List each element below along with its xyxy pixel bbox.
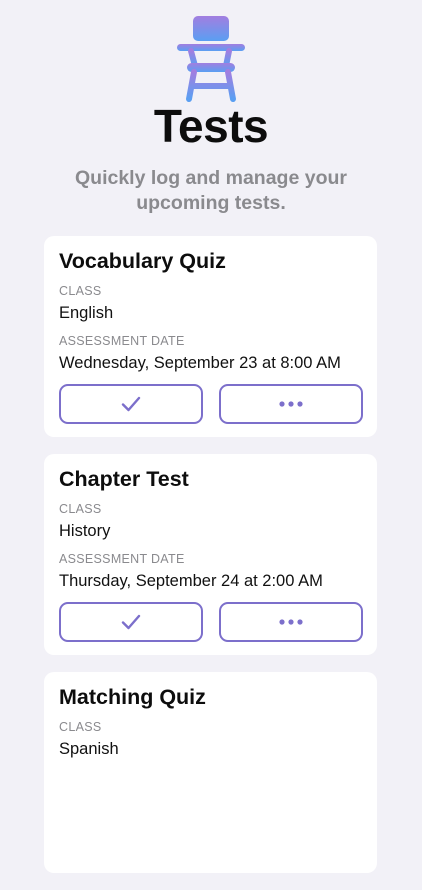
checkmark-icon [121, 396, 141, 412]
class-label: CLASS [59, 502, 102, 516]
class-label: CLASS [59, 284, 102, 298]
class-label: CLASS [59, 720, 102, 734]
class-value: History [59, 522, 111, 540]
test-list: Vocabulary Quiz CLASS English ASSESSMENT… [44, 236, 377, 890]
test-title: Vocabulary Quiz [59, 249, 226, 273]
ellipsis-icon [279, 619, 303, 625]
ellipsis-icon [279, 401, 303, 407]
assessment-date-label: ASSESSMENT DATE [59, 334, 185, 348]
assessment-date-value: Thursday, September 24 at 2:00 AM [59, 572, 323, 590]
test-title: Chapter Test [59, 467, 189, 491]
more-options-button[interactable] [219, 384, 363, 424]
page-subtitle: Quickly log and manage your upcoming tes… [75, 167, 347, 214]
assessment-date-value: Wednesday, September 23 at 8:00 AM [59, 354, 341, 372]
test-card-chapter-test: Chapter Test CLASS History ASSESSMENT DA… [44, 454, 377, 655]
test-card-vocabulary-quiz: Vocabulary Quiz CLASS English ASSESSMENT… [44, 236, 377, 437]
checkmark-icon [121, 614, 141, 630]
test-card-matching-quiz: Matching Quiz CLASS Spanish [44, 672, 377, 873]
assessment-date-label: ASSESSMENT DATE [59, 552, 185, 566]
class-value: Spanish [59, 740, 119, 758]
page-title: Tests [153, 100, 269, 152]
class-value: English [59, 304, 114, 322]
mark-complete-button[interactable] [59, 384, 203, 424]
mark-complete-button[interactable] [59, 602, 203, 642]
test-title: Matching Quiz [59, 685, 206, 709]
school-desk-icon [177, 16, 245, 102]
more-options-button[interactable] [219, 602, 363, 642]
